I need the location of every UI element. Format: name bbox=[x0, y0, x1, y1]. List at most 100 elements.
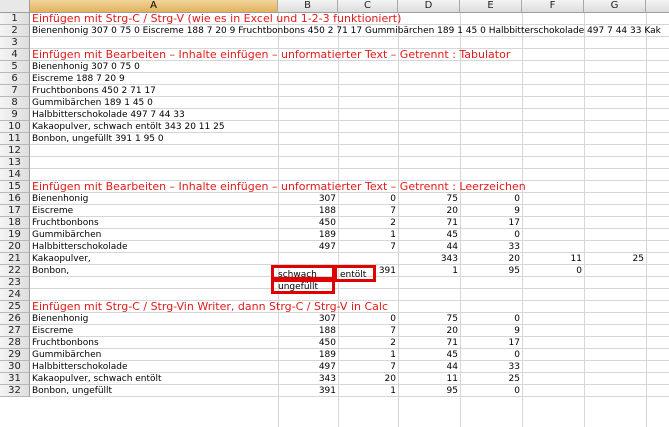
cell-a29[interactable]: Gummibärchen bbox=[32, 349, 101, 361]
column-header-f[interactable]: F bbox=[522, 0, 584, 13]
cell-e20[interactable]: 33 bbox=[460, 241, 522, 253]
column-header-h[interactable] bbox=[646, 0, 669, 13]
cell-e26[interactable]: 0 bbox=[460, 313, 522, 325]
row-header-18[interactable]: 18 bbox=[0, 217, 30, 229]
row-header-2[interactable]: 2 bbox=[0, 25, 30, 37]
row-header-25[interactable]: 25 bbox=[0, 301, 30, 313]
cell-e29[interactable]: 0 bbox=[460, 349, 522, 361]
row-header-23[interactable]: 23 bbox=[0, 277, 30, 289]
cell-d18[interactable]: 71 bbox=[398, 217, 460, 229]
row-header-30[interactable]: 30 bbox=[0, 361, 30, 373]
cell-d20[interactable]: 44 bbox=[398, 241, 460, 253]
section-title-row-15[interactable]: Einfügen mit Bearbeiten – Inhalte einfüg… bbox=[32, 181, 526, 193]
cell-b31[interactable]: 343 bbox=[278, 373, 338, 385]
row-header-5[interactable]: 5 bbox=[0, 61, 30, 73]
cell-b32[interactable]: 391 bbox=[278, 385, 338, 397]
section-title-row-25[interactable]: Einfügen mit Strg-C / Strg-Vin Writer, d… bbox=[32, 301, 388, 313]
cell-e19[interactable]: 0 bbox=[460, 229, 522, 241]
cell-e32[interactable]: 0 bbox=[460, 385, 522, 397]
cell-f21[interactable]: 11 bbox=[522, 253, 584, 265]
cell-c26[interactable]: 0 bbox=[338, 313, 398, 325]
row-header-32[interactable]: 32 bbox=[0, 385, 30, 397]
cell-a18[interactable]: Fruchtbonbons bbox=[32, 217, 99, 229]
cell-b17[interactable]: 188 bbox=[278, 205, 338, 217]
cell-a5[interactable]: Bienenhonig 307 0 75 0 bbox=[32, 61, 140, 73]
cell-b19[interactable]: 189 bbox=[278, 229, 338, 241]
cell-d21[interactable]: 343 bbox=[398, 253, 460, 265]
cell-b18[interactable]: 450 bbox=[278, 217, 338, 229]
cell-e27[interactable]: 9 bbox=[460, 325, 522, 337]
cell-d32[interactable]: 95 bbox=[398, 385, 460, 397]
cell-c32[interactable]: 1 bbox=[338, 385, 398, 397]
cell-f22[interactable]: 0 bbox=[522, 265, 584, 277]
cell-c27[interactable]: 7 bbox=[338, 325, 398, 337]
row-header-13[interactable]: 13 bbox=[0, 157, 30, 169]
cell-a7[interactable]: Fruchtbonbons 450 2 71 17 bbox=[32, 85, 156, 97]
row-header-16[interactable]: 16 bbox=[0, 193, 30, 205]
cell-a28[interactable]: Fruchtbonbons bbox=[32, 337, 99, 349]
cell-d27[interactable]: 20 bbox=[398, 325, 460, 337]
cell-a19[interactable]: Gummibärchen bbox=[32, 229, 101, 241]
cell-c21[interactable]: entölt bbox=[340, 269, 366, 281]
cell-c29[interactable]: 1 bbox=[338, 349, 398, 361]
row-header-17[interactable]: 17 bbox=[0, 205, 30, 217]
cell-a17[interactable]: Eiscreme bbox=[32, 205, 73, 217]
cell-c16[interactable]: 0 bbox=[338, 193, 398, 205]
cell-c19[interactable]: 1 bbox=[338, 229, 398, 241]
cell-e21[interactable]: 20 bbox=[460, 253, 522, 265]
cell-a21[interactable]: Kakaopulver, bbox=[32, 253, 91, 265]
cell-d17[interactable]: 20 bbox=[398, 205, 460, 217]
cell-d22[interactable]: 1 bbox=[398, 265, 460, 277]
row-header-12[interactable]: 12 bbox=[0, 145, 30, 157]
row-header-26[interactable]: 26 bbox=[0, 313, 30, 325]
cell-b20[interactable]: 497 bbox=[278, 241, 338, 253]
cell-e18[interactable]: 17 bbox=[460, 217, 522, 229]
cell-e28[interactable]: 17 bbox=[460, 337, 522, 349]
cell-d28[interactable]: 71 bbox=[398, 337, 460, 349]
row-header-7[interactable]: 7 bbox=[0, 85, 30, 97]
select-all-corner[interactable] bbox=[0, 0, 30, 13]
cell-b22[interactable]: ungefüllt bbox=[278, 281, 318, 293]
cell-c17[interactable]: 7 bbox=[338, 205, 398, 217]
cell-a32[interactable]: Bonbon, ungefüllt bbox=[32, 385, 112, 397]
cell-b26[interactable]: 307 bbox=[278, 313, 338, 325]
cell-a8[interactable]: Gummibärchen 189 1 45 0 bbox=[32, 97, 153, 109]
row-header-14[interactable]: 14 bbox=[0, 169, 30, 181]
cell-a2[interactable]: Bienenhonig 307 0 75 0 Eiscreme 188 7 20… bbox=[32, 25, 661, 37]
section-title-row-4[interactable]: Einfügen mit Bearbeiten – Inhalte einfüg… bbox=[32, 49, 510, 61]
cell-a31[interactable]: Kakaopulver, schwach entölt bbox=[32, 373, 162, 385]
row-header-6[interactable]: 6 bbox=[0, 73, 30, 85]
cell-d30[interactable]: 44 bbox=[398, 361, 460, 373]
cell-a30[interactable]: Halbbitterschokolade bbox=[32, 361, 128, 373]
cell-e22[interactable]: 95 bbox=[460, 265, 522, 277]
cell-a27[interactable]: Eiscreme bbox=[32, 325, 73, 337]
cell-a20[interactable]: Halbbitterschokolade bbox=[32, 241, 128, 253]
cell-c28[interactable]: 2 bbox=[338, 337, 398, 349]
cell-e17[interactable]: 9 bbox=[460, 205, 522, 217]
cell-d29[interactable]: 45 bbox=[398, 349, 460, 361]
row-header-24[interactable]: 24 bbox=[0, 289, 30, 301]
row-header-8[interactable]: 8 bbox=[0, 97, 30, 109]
section-title-row-1[interactable]: Einfügen mit Strg-C / Strg-V (wie es in … bbox=[32, 13, 401, 25]
cell-b28[interactable]: 450 bbox=[278, 337, 338, 349]
row-header-20[interactable]: 20 bbox=[0, 241, 30, 253]
cell-d26[interactable]: 75 bbox=[398, 313, 460, 325]
column-header-g[interactable]: G bbox=[584, 0, 646, 13]
cell-d31[interactable]: 11 bbox=[398, 373, 460, 385]
row-header-10[interactable]: 10 bbox=[0, 121, 30, 133]
row-header-28[interactable]: 28 bbox=[0, 337, 30, 349]
cell-c31[interactable]: 20 bbox=[338, 373, 398, 385]
cell-e30[interactable]: 33 bbox=[460, 361, 522, 373]
row-header-22[interactable]: 22 bbox=[0, 265, 30, 277]
row-header-3[interactable]: 3 bbox=[0, 37, 30, 49]
cell-c18[interactable]: 2 bbox=[338, 217, 398, 229]
column-header-e[interactable]: E bbox=[460, 0, 522, 13]
cell-a22[interactable]: Bonbon, bbox=[32, 265, 69, 277]
cell-g21[interactable]: 25 bbox=[584, 253, 646, 265]
cell-a9[interactable]: Halbbitterschokolade 497 7 44 33 bbox=[32, 109, 185, 121]
row-header-15[interactable]: 15 bbox=[0, 181, 30, 193]
cell-e31[interactable]: 25 bbox=[460, 373, 522, 385]
cell-a26[interactable]: Bienenhonig bbox=[32, 313, 88, 325]
cell-c20[interactable]: 7 bbox=[338, 241, 398, 253]
row-header-4[interactable]: 4 bbox=[0, 49, 30, 61]
